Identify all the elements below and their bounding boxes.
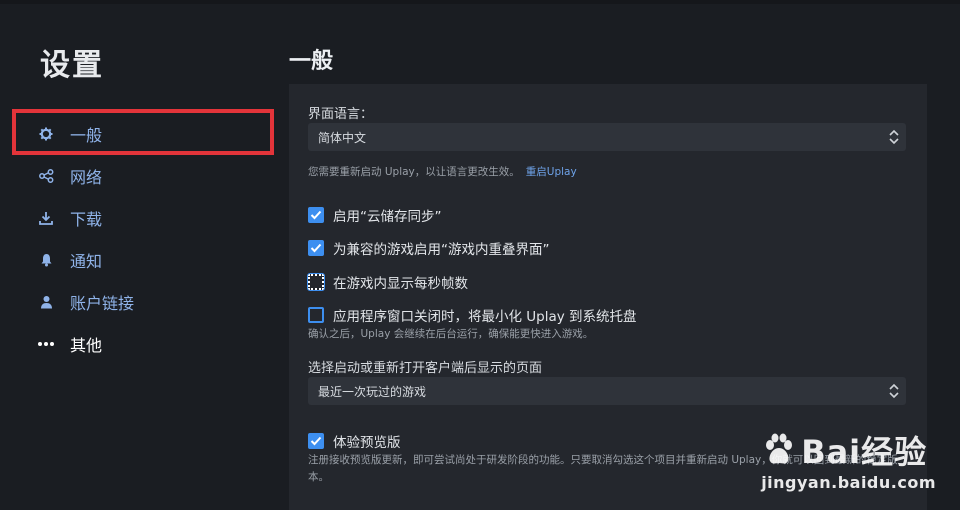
sidebar-item-notifications[interactable]: 通知 <box>38 239 268 281</box>
option-overlay[interactable]: 为兼容的游戏启用“游戏内重叠界面” <box>308 238 550 258</box>
option-label: 在游戏内显示每秒帧数 <box>333 276 468 292</box>
sidebar-item-label: 通知 <box>70 252 103 271</box>
sidebar-title: 设置 <box>40 48 104 83</box>
more-icon <box>38 336 54 352</box>
sidebar-item-label: 其他 <box>70 336 103 355</box>
option-minimize-to-tray[interactable]: 应用程序窗口关闭时，将最小化 Uplay 到系统托盘 <box>308 305 637 325</box>
language-hint-text: 您需要重新启动 Uplay，以让语言更改生效。 <box>308 166 520 178</box>
tray-description: 确认之后，Uplay 会继续在后台运行，确保能更快进入游戏。 <box>308 328 594 340</box>
language-label: 界面语言： <box>308 107 374 122</box>
option-label: 为兼容的游戏启用“游戏内重叠界面” <box>333 242 550 258</box>
option-show-fps[interactable]: 在游戏内显示每秒帧数 <box>307 272 468 292</box>
select-arrows-icon <box>889 383 899 399</box>
watermark-url: jingyan.baidu.com <box>761 473 936 492</box>
sidebar-item-account-links[interactable]: 账户链接 <box>38 281 268 323</box>
select-arrows-icon <box>889 129 899 145</box>
option-label: 应用程序窗口关闭时，将最小化 Uplay 到系统托盘 <box>333 309 637 325</box>
watermark-brand: Bai经验 <box>801 433 928 471</box>
sidebar-item-other[interactable]: 其他 <box>38 323 268 365</box>
baidu-paw-icon <box>766 433 793 464</box>
checkbox-unchecked[interactable] <box>307 273 325 291</box>
option-label: 体验预览版 <box>333 435 401 451</box>
checkbox-checked[interactable] <box>308 433 324 449</box>
check-icon <box>310 436 322 446</box>
sidebar-item-label: 账户链接 <box>70 294 135 313</box>
check-icon <box>310 210 322 220</box>
checkbox-checked[interactable] <box>308 207 324 223</box>
network-icon <box>38 168 54 184</box>
restart-uplay-link[interactable]: 重启Uplay <box>526 166 577 178</box>
baidu-jingyan-watermark: Bai经验 jingyan.baidu.com <box>761 427 936 492</box>
language-select[interactable]: 简体中文 <box>308 123 906 151</box>
top-bar <box>0 0 960 4</box>
annotation-highlight-box <box>12 109 274 155</box>
sidebar-item-download[interactable]: 下载 <box>38 197 268 239</box>
bell-icon <box>38 252 54 268</box>
user-icon <box>38 294 54 310</box>
start-page-select[interactable]: 最近一次玩过的游戏 <box>308 377 906 405</box>
download-icon <box>38 210 54 226</box>
start-page-label: 选择启动或重新打开客户端后显示的页面 <box>308 361 543 376</box>
option-cloud-sync[interactable]: 启用“云储存同步” <box>308 205 442 225</box>
checkbox-unchecked[interactable] <box>308 307 324 323</box>
sidebar-item-network[interactable]: 网络 <box>38 155 268 197</box>
page-title: 一般 <box>289 49 334 74</box>
sidebar-item-label: 网络 <box>70 168 103 187</box>
language-hint: 您需要重新启动 Uplay，以让语言更改生效。 重启Uplay <box>308 164 577 179</box>
language-select-value: 简体中文 <box>318 130 367 145</box>
sidebar-item-label: 下载 <box>70 210 103 229</box>
start-page-select-value: 最近一次玩过的游戏 <box>318 384 427 399</box>
checkbox-checked[interactable] <box>308 240 324 256</box>
option-label: 启用“云储存同步” <box>333 209 442 225</box>
check-icon <box>310 243 322 253</box>
option-beta[interactable]: 体验预览版 <box>308 431 401 451</box>
